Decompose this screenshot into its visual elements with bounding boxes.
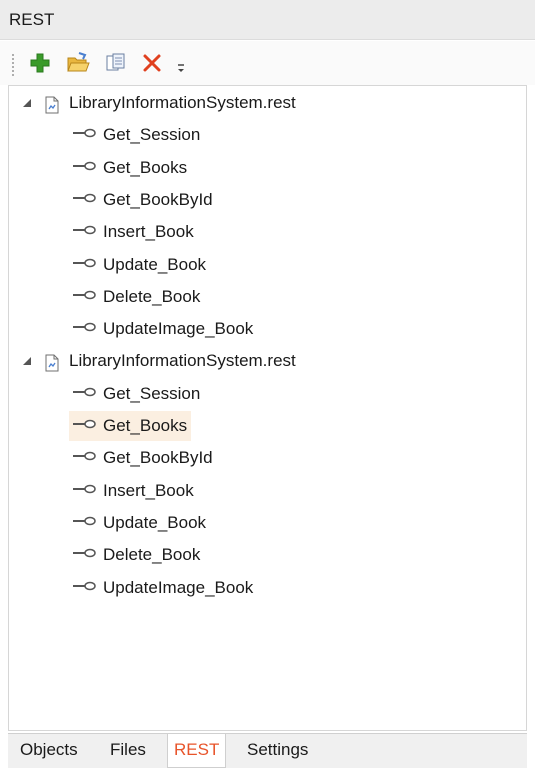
endpoint-label: Insert_Book	[103, 480, 194, 500]
rest-tree: LibraryInformationSystem.rest Get_Session…	[8, 85, 527, 731]
open-folder-icon[interactable]	[66, 51, 90, 75]
endpoint-icon	[72, 313, 98, 343]
tree-endpoint-item[interactable]: Insert_Book	[69, 476, 198, 506]
tree-endpoint-item[interactable]: Get_BookById	[69, 185, 217, 215]
tree-root-label: LibraryInformationSystem.rest	[69, 351, 296, 371]
tab-rest[interactable]: REST	[167, 734, 227, 768]
tree-endpoint-item[interactable]: Get_Books	[69, 410, 192, 441]
tree-endpoint-item[interactable]: Get_Session	[69, 379, 204, 409]
endpoint-icon	[72, 152, 98, 182]
tree-endpoint-item[interactable]: Update_Book	[69, 250, 210, 280]
endpoint-label: Get_BookById	[103, 448, 213, 468]
tree-endpoint-item[interactable]: Get_Books	[69, 153, 191, 183]
tree-endpoint-item[interactable]: Get_BookById	[69, 443, 217, 473]
endpoint-label: Insert_Book	[103, 222, 194, 242]
toolbar	[0, 41, 535, 85]
endpoint-icon	[72, 184, 98, 214]
endpoint-label: Get_Books	[103, 157, 188, 177]
bottom-tab-bar: Objects Files REST Settings	[8, 733, 527, 768]
endpoint-icon	[72, 281, 98, 311]
tree-endpoint-item[interactable]: Delete_Book	[69, 282, 204, 312]
tab-files[interactable]: Files	[104, 734, 152, 768]
add-icon[interactable]	[28, 51, 52, 75]
endpoint-label: UpdateImage_Book	[103, 319, 254, 339]
endpoint-label: Update_Book	[103, 254, 207, 274]
panel-title: REST	[0, 0, 535, 40]
rest-file-icon	[43, 352, 61, 372]
tree-endpoint-item[interactable]: Insert_Book	[69, 217, 198, 247]
tree-root-label: LibraryInformationSystem.rest	[69, 93, 296, 112]
tab-objects[interactable]: Objects	[14, 734, 84, 768]
endpoint-label: Delete_Book	[103, 286, 201, 306]
tree-endpoint-item[interactable]: UpdateImage_Book	[69, 573, 257, 603]
endpoint-icon	[72, 507, 98, 537]
delete-icon[interactable]	[140, 51, 164, 75]
tree-endpoint-item[interactable]: Delete_Book	[69, 540, 204, 570]
endpoint-icon	[72, 249, 98, 279]
rest-file-icon	[43, 94, 61, 114]
endpoint-icon	[72, 119, 98, 149]
endpoint-icon	[72, 410, 98, 440]
endpoint-label: UpdateImage_Book	[103, 577, 254, 597]
endpoint-label: Get_Books	[103, 416, 188, 435]
copy-icon[interactable]	[104, 51, 128, 75]
tree-root-node[interactable]: LibraryInformationSystem.rest	[9, 88, 509, 118]
endpoint-icon	[72, 378, 98, 408]
toolbar-overflow-icon[interactable]	[176, 59, 186, 73]
endpoint-label: Delete_Book	[103, 545, 201, 565]
endpoint-icon	[72, 216, 98, 246]
tree-endpoint-item[interactable]: Get_Session	[69, 120, 204, 150]
tab-settings[interactable]: Settings	[241, 734, 314, 768]
endpoint-icon	[72, 572, 98, 602]
endpoint-label: Get_BookById	[103, 189, 213, 209]
endpoint-icon	[72, 475, 98, 505]
toolbar-grip-icon[interactable]	[11, 53, 15, 77]
tree-endpoint-item[interactable]: UpdateImage_Book	[69, 314, 257, 344]
collapse-arrow-icon[interactable]	[23, 99, 31, 107]
tree-endpoint-item[interactable]: Update_Book	[69, 508, 210, 538]
endpoint-label: Update_Book	[103, 512, 207, 532]
endpoint-label: Get_Session	[103, 383, 201, 403]
endpoint-icon	[72, 442, 98, 472]
endpoint-label: Get_Session	[103, 125, 201, 145]
endpoint-icon	[72, 539, 98, 569]
tree-root-node[interactable]: LibraryInformationSystem.rest	[9, 346, 509, 376]
collapse-arrow-icon[interactable]	[23, 357, 31, 366]
